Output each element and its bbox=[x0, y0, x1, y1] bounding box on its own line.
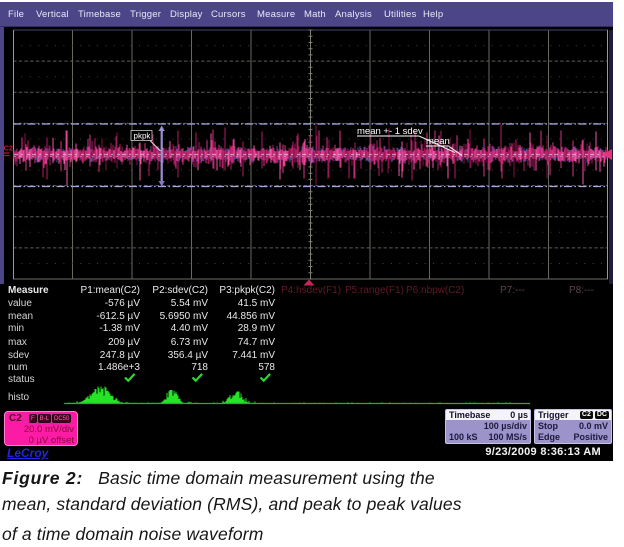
svg-text:mean: mean bbox=[426, 136, 450, 147]
svg-text:mean +- 1 sdev: mean +- 1 sdev bbox=[357, 126, 423, 137]
svg-text:C2: C2 bbox=[4, 144, 14, 153]
svg-text:pkpk: pkpk bbox=[134, 132, 152, 141]
